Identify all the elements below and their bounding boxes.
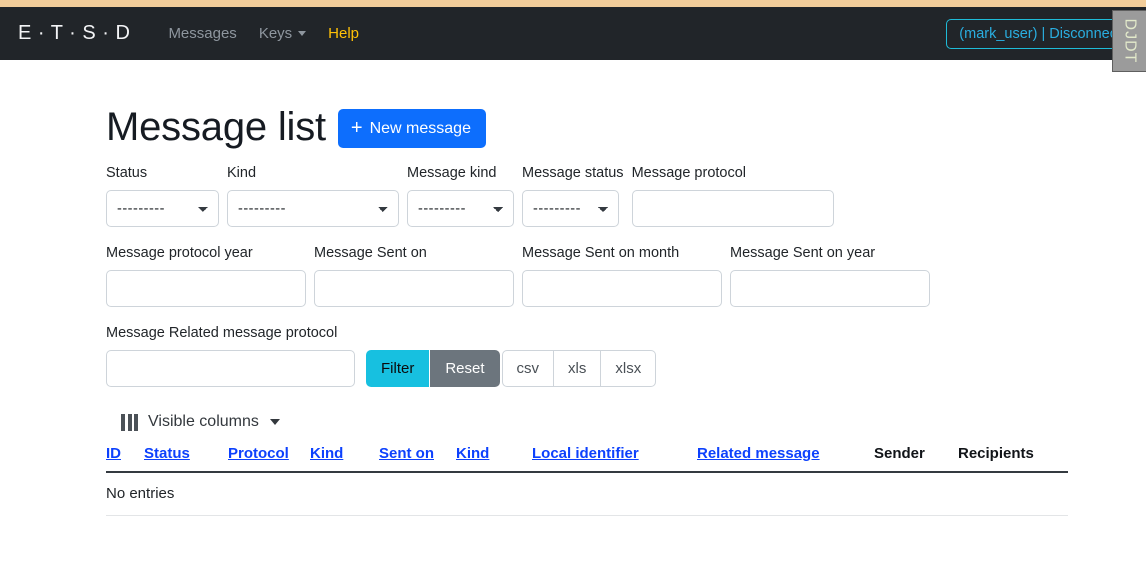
input-message-protocol-year[interactable]: [106, 270, 306, 307]
visible-columns-label: Visible columns: [148, 413, 259, 430]
column-header-local-identifier: Local identifier: [532, 445, 697, 473]
filter-field-message-sent-on-year: Message Sent on year: [730, 245, 930, 307]
message-table-container: ID Status Protocol Kind Sent on Kind Loc…: [106, 445, 1068, 516]
export-xlsx-button[interactable]: xlsx: [601, 350, 657, 387]
visible-columns-toggle[interactable]: Visible columns: [121, 413, 280, 431]
sort-link-id[interactable]: ID: [106, 445, 121, 462]
column-header-status: Status: [144, 445, 228, 473]
label-message-protocol-year: Message protocol year: [106, 245, 253, 261]
sort-link-local-identifier[interactable]: Local identifier: [532, 445, 639, 462]
filter-field-message-sent-on: Message Sent on: [314, 245, 514, 307]
plus-icon: +: [350, 117, 363, 139]
filter-field-message-status: Message status ---------: [522, 165, 624, 227]
input-related-message-protocol[interactable]: [106, 350, 355, 387]
message-table: ID Status Protocol Kind Sent on Kind Loc…: [106, 445, 1068, 516]
label-message-sent-on-year: Message Sent on year: [730, 245, 876, 261]
export-csv-button[interactable]: csv: [501, 350, 555, 387]
page-title: Message list: [106, 104, 326, 149]
table-header: ID Status Protocol Kind Sent on Kind Loc…: [106, 445, 1068, 473]
column-header-sent-on: Sent on: [379, 445, 456, 473]
input-message-sent-on-year[interactable]: [730, 270, 930, 307]
filter-button[interactable]: Filter: [366, 350, 430, 387]
filter-field-kind: Kind ---------: [227, 165, 399, 227]
select-message-status[interactable]: ---------: [522, 190, 619, 227]
sort-link-kind-2[interactable]: Kind: [456, 445, 489, 462]
page-body: Message list + New message Status ------…: [0, 60, 1146, 516]
label-status: Status: [106, 165, 148, 181]
filter-field-message-kind: Message kind ---------: [407, 165, 514, 227]
nav-link-keys[interactable]: Keys: [259, 25, 292, 42]
column-header-kind-2: Kind: [456, 445, 532, 473]
column-header-protocol: Protocol: [228, 445, 310, 473]
filter-form: Status --------- Kind --------- Message …: [106, 165, 1086, 387]
filter-field-message-protocol-year: Message protocol year: [106, 245, 306, 307]
label-message-kind: Message kind: [407, 165, 497, 181]
table-header-row: ID Status Protocol Kind Sent on Kind Loc…: [106, 445, 1068, 473]
input-message-sent-on[interactable]: [314, 270, 514, 307]
filter-row-3: Message Related message protocol Filter …: [106, 325, 1086, 387]
label-kind: Kind: [227, 165, 257, 181]
navbar-right: (mark_user) | Disconnect: [946, 18, 1134, 49]
filter-field-message-protocol: Message protocol: [631, 165, 834, 227]
table-empty-row: No entries: [106, 472, 1068, 516]
sort-link-sent-on[interactable]: Sent on: [379, 445, 434, 462]
user-session-button[interactable]: (mark_user) | Disconnect: [946, 18, 1134, 49]
columns-icon: [121, 413, 138, 431]
sort-link-kind-1[interactable]: Kind: [310, 445, 343, 462]
label-message-sent-on: Message Sent on: [314, 245, 427, 261]
label-message-status: Message status: [522, 165, 624, 181]
nav-dropdown-keys[interactable]: Keys: [259, 25, 307, 42]
navbar-links: Messages Keys Help: [168, 25, 359, 42]
column-header-related-message: Related message: [697, 445, 874, 473]
sort-link-protocol[interactable]: Protocol: [228, 445, 289, 462]
column-header-kind-1: Kind: [310, 445, 379, 473]
brand-logo[interactable]: E · T · S · D: [18, 22, 130, 45]
select-status[interactable]: ---------: [106, 190, 219, 227]
filter-field-related-message-protocol: Message Related message protocol: [106, 325, 355, 387]
filter-field-message-sent-on-month: Message Sent on month: [522, 245, 722, 307]
filter-field-status: Status ---------: [106, 165, 219, 227]
djdt-label: DJDT: [1121, 18, 1139, 64]
select-message-kind[interactable]: ---------: [407, 190, 514, 227]
nav-link-messages[interactable]: Messages: [168, 25, 236, 42]
chevron-down-icon: [269, 419, 280, 425]
label-message-protocol: Message protocol: [631, 165, 747, 181]
empty-message: No entries: [106, 472, 1068, 516]
input-message-sent-on-month[interactable]: [522, 270, 722, 307]
column-header-sender: Sender: [874, 445, 958, 473]
export-xls-button[interactable]: xls: [554, 350, 602, 387]
select-kind[interactable]: ---------: [227, 190, 399, 227]
filter-action-buttons: Filter Reset csv xls xlsx: [366, 350, 657, 387]
nav-link-help[interactable]: Help: [328, 25, 359, 42]
label-related-message-protocol: Message Related message protocol: [106, 325, 338, 341]
filter-row-2: Message protocol year Message Sent on Me…: [106, 245, 1086, 307]
sort-link-status[interactable]: Status: [144, 445, 190, 462]
page-header: Message list + New message: [106, 105, 1086, 148]
column-header-id: ID: [106, 445, 144, 473]
django-debug-toolbar-tab[interactable]: DJDT: [1112, 10, 1146, 72]
reset-button[interactable]: Reset: [430, 350, 500, 387]
sort-link-related-message[interactable]: Related message: [697, 445, 820, 462]
new-message-button[interactable]: + New message: [337, 109, 486, 148]
chevron-down-icon: [298, 31, 307, 36]
top-navbar: E · T · S · D Messages Keys Help (mark_u…: [0, 7, 1146, 60]
label-message-sent-on-month: Message Sent on month: [522, 245, 680, 261]
column-header-recipients: Recipients: [958, 445, 1068, 473]
table-body: No entries: [106, 472, 1068, 516]
new-message-label: New message: [369, 119, 471, 137]
browser-top-strip: [0, 0, 1146, 7]
filter-row-1: Status --------- Kind --------- Message …: [106, 165, 1086, 227]
input-message-protocol[interactable]: [631, 190, 834, 227]
content-container: Message list + New message Status ------…: [0, 105, 1146, 516]
